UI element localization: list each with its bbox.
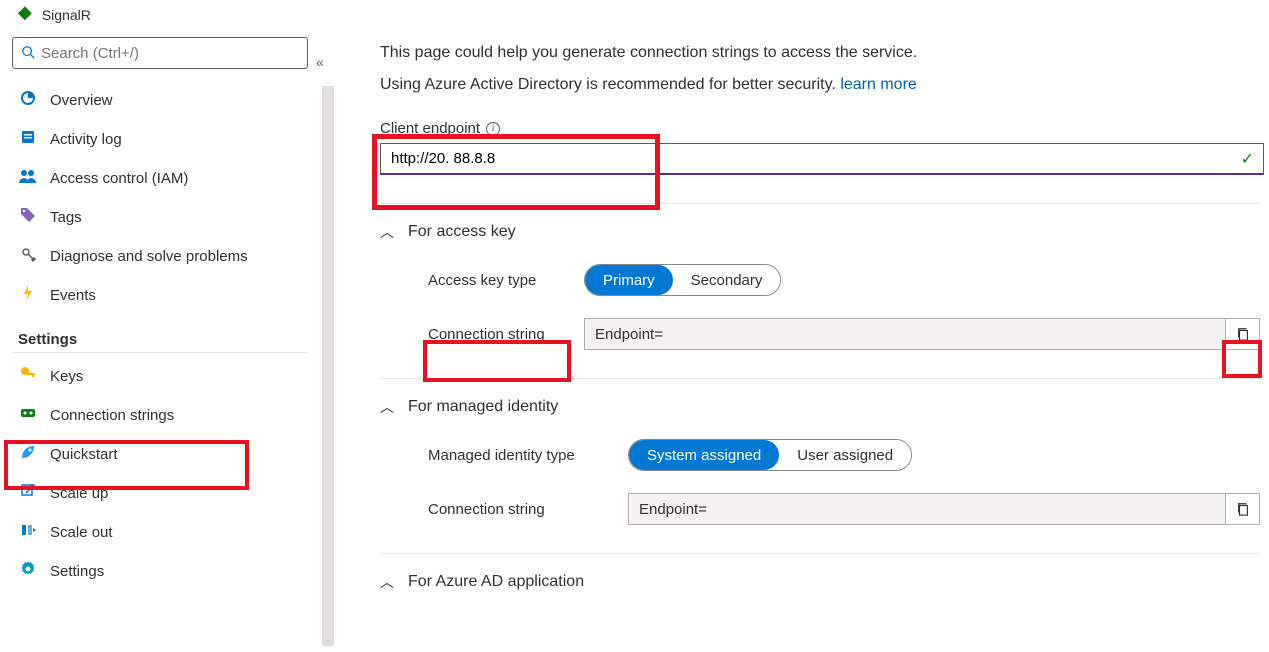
mi-user-assigned-pill[interactable]: User assigned bbox=[779, 440, 911, 470]
overview-icon bbox=[18, 90, 38, 111]
copy-icon bbox=[1236, 327, 1250, 341]
sidebar-item-label: Keys bbox=[50, 368, 83, 385]
copy-mi-connection-string-button[interactable] bbox=[1226, 493, 1260, 525]
settings-icon bbox=[18, 561, 38, 582]
sidebar-item-label: Events bbox=[50, 287, 96, 304]
sidebar-scrollbar[interactable] bbox=[322, 86, 334, 646]
sidebar-item-label: Connection strings bbox=[50, 407, 174, 424]
checkmark-icon: ✓ bbox=[1241, 149, 1254, 169]
intro-text-2a: Using Azure Active Directory is recommen… bbox=[380, 76, 840, 93]
sidebar-item-label: Quickstart bbox=[50, 446, 118, 463]
section-aad-header[interactable]: ︿ For Azure AD application bbox=[380, 572, 1260, 592]
sidebar-item-iam[interactable]: Access control (IAM) bbox=[12, 159, 308, 198]
client-endpoint-input[interactable] bbox=[380, 143, 1264, 175]
section-managed-identity-title: For managed identity bbox=[408, 398, 558, 416]
chevron-up-icon: ︿ bbox=[380, 397, 394, 417]
sidebar-item-quickstart[interactable]: Quickstart bbox=[12, 435, 308, 474]
mi-connection-string-value[interactable]: Endpoint= bbox=[628, 493, 1226, 525]
chevron-up-icon: ︿ bbox=[380, 572, 394, 592]
search-input[interactable] bbox=[41, 45, 299, 62]
sidebar-item-label: Scale up bbox=[50, 485, 108, 502]
mi-system-assigned-pill[interactable]: System assigned bbox=[629, 440, 779, 470]
section-aad: ︿ For Azure AD application bbox=[380, 553, 1260, 592]
main-content: This page could help you generate connec… bbox=[380, 44, 1260, 614]
intro-text-1: This page could help you generate connec… bbox=[380, 44, 1260, 62]
access-key-primary-pill[interactable]: Primary bbox=[585, 265, 673, 295]
intro-text-2: Using Azure Active Directory is recommen… bbox=[380, 76, 1260, 94]
sidebar-item-connection-strings[interactable]: Connection strings bbox=[12, 396, 308, 435]
sidebar-item-scale-out[interactable]: Scale out bbox=[12, 513, 308, 552]
sidebar-item-keys[interactable]: Keys bbox=[12, 357, 308, 396]
service-name: SignalR bbox=[42, 7, 91, 23]
section-managed-identity-header[interactable]: ︿ For managed identity bbox=[380, 397, 1260, 417]
copy-icon bbox=[1236, 502, 1250, 516]
scale-up-icon bbox=[18, 483, 38, 504]
collapse-sidebar-icon[interactable]: « bbox=[316, 54, 324, 70]
keys-icon bbox=[18, 366, 38, 387]
sidebar-item-label: Diagnose and solve problems bbox=[50, 248, 248, 265]
events-icon bbox=[18, 285, 38, 306]
sidebar-item-label: Tags bbox=[50, 209, 82, 226]
chevron-up-icon: ︿ bbox=[380, 222, 394, 242]
sidebar-item-diagnose[interactable]: Diagnose and solve problems bbox=[12, 237, 308, 276]
mi-connection-string-label: Connection string bbox=[428, 501, 628, 518]
sidebar-item-label: Settings bbox=[50, 563, 104, 580]
iam-icon bbox=[18, 168, 38, 189]
section-aad-title: For Azure AD application bbox=[408, 573, 584, 591]
sidebar-item-activity-log[interactable]: Activity log bbox=[12, 120, 308, 159]
info-icon[interactable]: i bbox=[486, 122, 500, 136]
connection-string-value[interactable]: Endpoint= bbox=[584, 318, 1226, 350]
sidebar-item-scale-up[interactable]: Scale up bbox=[12, 474, 308, 513]
sidebar-item-label: Overview bbox=[50, 92, 113, 109]
sidebar-item-label: Scale out bbox=[50, 524, 113, 541]
sidebar-item-events[interactable]: Events bbox=[12, 276, 308, 315]
diagnose-icon bbox=[18, 246, 38, 267]
section-managed-identity: ︿ For managed identity Managed identity … bbox=[380, 378, 1260, 525]
quickstart-icon bbox=[18, 444, 38, 465]
copy-connection-string-button[interactable] bbox=[1226, 318, 1260, 350]
search-icon bbox=[21, 45, 35, 62]
settings-section-header: Settings bbox=[12, 315, 308, 353]
client-endpoint-label-text: Client endpoint bbox=[380, 120, 480, 137]
sidebar-item-overview[interactable]: Overview bbox=[12, 81, 308, 120]
scale-out-icon bbox=[18, 522, 38, 543]
managed-identity-type-label: Managed identity type bbox=[428, 447, 628, 464]
section-access-key-title: For access key bbox=[408, 223, 516, 241]
client-endpoint-label: Client endpoint i bbox=[380, 120, 1260, 137]
section-access-key-header[interactable]: ︿ For access key bbox=[380, 222, 1260, 242]
sidebar-item-tags[interactable]: Tags bbox=[12, 198, 308, 237]
access-key-type-toggle[interactable]: Primary Secondary bbox=[584, 264, 781, 296]
managed-identity-type-toggle[interactable]: System assigned User assigned bbox=[628, 439, 912, 471]
activity-log-icon bbox=[18, 129, 38, 150]
learn-more-link[interactable]: learn more bbox=[840, 76, 916, 93]
section-access-key: ︿ For access key Access key type Primary… bbox=[380, 203, 1260, 350]
sidebar-item-settings[interactable]: Settings bbox=[12, 552, 308, 591]
access-key-secondary-pill[interactable]: Secondary bbox=[673, 265, 781, 295]
access-key-type-label: Access key type bbox=[428, 272, 584, 289]
sidebar-item-label: Activity log bbox=[50, 131, 122, 148]
search-box[interactable] bbox=[12, 37, 308, 69]
connection-string-label: Connection string bbox=[428, 326, 584, 343]
tags-icon bbox=[18, 207, 38, 228]
connection-strings-icon bbox=[18, 405, 38, 426]
service-header: ◆ SignalR bbox=[12, 0, 308, 37]
sidebar: ◆ SignalR Overview Activity log Access c… bbox=[0, 0, 320, 652]
sidebar-item-label: Access control (IAM) bbox=[50, 170, 188, 187]
service-icon: ◆ bbox=[18, 2, 32, 23]
